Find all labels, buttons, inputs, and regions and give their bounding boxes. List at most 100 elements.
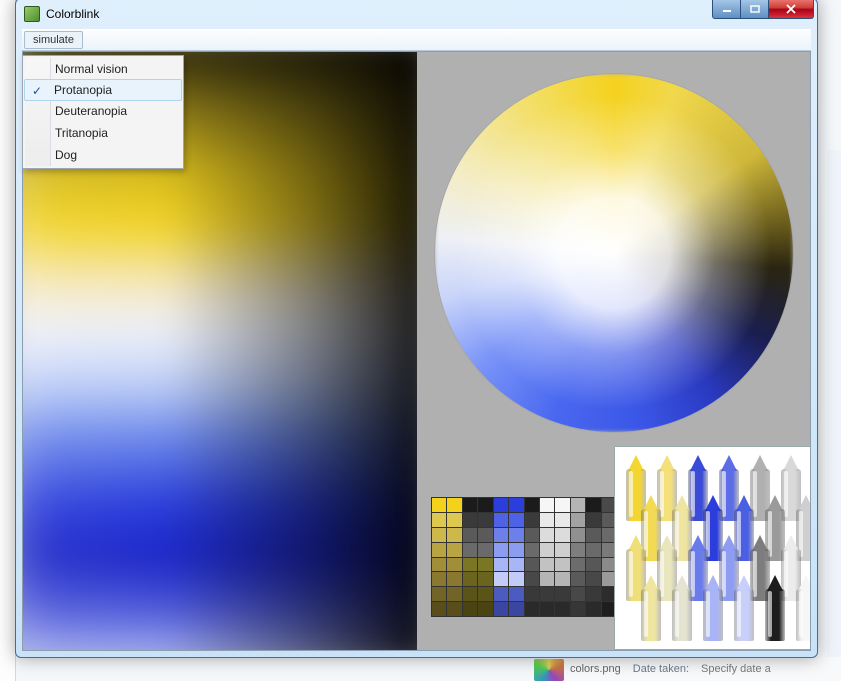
backdrop-left-strip [0, 0, 16, 681]
palette-swatch [494, 543, 508, 557]
palette-swatch [432, 602, 446, 616]
check-icon: ✓ [32, 84, 42, 98]
palette-swatch [494, 528, 508, 542]
palette-swatch [463, 543, 477, 557]
palette-swatch [432, 543, 446, 557]
palette-swatch [494, 572, 508, 586]
palette-swatch [571, 498, 585, 512]
palette-swatch [463, 498, 477, 512]
palette-swatch [509, 558, 523, 572]
palette-swatch [463, 528, 477, 542]
simulate-dropdown: Normal vision ✓ Protanopia Deuteranopia … [22, 55, 184, 169]
palette-swatch [555, 558, 569, 572]
maximize-button[interactable] [740, 0, 768, 19]
palette-swatch [463, 587, 477, 601]
palette-swatch [447, 602, 461, 616]
dd-item-2[interactable]: Deuteranopia [25, 100, 181, 122]
backdrop-statusbar: colors.png Date taken: Specify date a [540, 657, 841, 681]
palette-swatch [494, 602, 508, 616]
window-controls [712, 0, 814, 19]
palette-swatch [540, 543, 554, 557]
palette-swatch [571, 513, 585, 527]
dd-item-3[interactable]: Tritanopia [25, 122, 181, 144]
menu-simulate[interactable]: simulate [24, 31, 83, 49]
file-thumbnail [534, 659, 564, 681]
palette-swatch [509, 498, 523, 512]
palette-swatch [525, 602, 539, 616]
close-button[interactable] [768, 0, 814, 19]
palette-swatch [555, 572, 569, 586]
palette-swatch [525, 558, 539, 572]
palette-swatch [525, 543, 539, 557]
crayon [671, 575, 693, 641]
palette-swatch [447, 528, 461, 542]
palette-swatch [432, 498, 446, 512]
dd-item-1[interactable]: ✓ Protanopia [24, 79, 182, 101]
palette-swatch [586, 513, 600, 527]
palette-swatch [478, 528, 492, 542]
palette-swatch [494, 587, 508, 601]
palette-swatch [586, 587, 600, 601]
palette-swatch [571, 587, 585, 601]
palette-swatch [540, 498, 554, 512]
palette-swatch [432, 528, 446, 542]
crayon [795, 575, 811, 641]
dd-item-4[interactable]: Dog [25, 144, 181, 166]
palette-swatch [525, 572, 539, 586]
palette-swatch [447, 498, 461, 512]
palette-swatch [555, 528, 569, 542]
minimize-icon [722, 5, 732, 13]
palette-swatch [540, 528, 554, 542]
palette-swatch [555, 498, 569, 512]
palette-swatch [509, 513, 523, 527]
palette-swatch [540, 587, 554, 601]
close-icon [785, 4, 797, 14]
palette-swatch [463, 513, 477, 527]
palette-swatch [571, 602, 585, 616]
palette-swatch [463, 572, 477, 586]
palette-swatch [525, 587, 539, 601]
palette-swatch [447, 543, 461, 557]
backdrop-right-strip [827, 150, 841, 670]
dd-item-0[interactable]: Normal vision [25, 58, 181, 80]
titlebar[interactable]: Colorblink [16, 0, 817, 29]
palette-swatch [571, 543, 585, 557]
palette-swatch [586, 602, 600, 616]
palette-swatch [478, 572, 492, 586]
palette-swatch [478, 587, 492, 601]
crayon-panel [614, 446, 811, 650]
palette-swatch [463, 558, 477, 572]
palette-swatch [509, 528, 523, 542]
palette-swatch [586, 572, 600, 586]
crayon [733, 575, 755, 641]
palette-swatch [586, 528, 600, 542]
minimize-button[interactable] [712, 0, 740, 19]
palette-swatch [494, 498, 508, 512]
meta-key: Date taken: [633, 663, 689, 675]
palette-swatch [586, 543, 600, 557]
palette-swatch [525, 528, 539, 542]
dd-label: Protanopia [54, 83, 112, 97]
palette-swatch [540, 602, 554, 616]
meta-value: Specify date a [701, 663, 771, 675]
palette-swatch [432, 587, 446, 601]
dd-label: Dog [55, 148, 77, 162]
dd-label: Tritanopia [55, 126, 108, 140]
palette-swatch [478, 513, 492, 527]
palette-swatch [540, 513, 554, 527]
palette-swatch [447, 513, 461, 527]
dd-label: Deuteranopia [55, 104, 127, 118]
palette-swatch [494, 513, 508, 527]
dd-label: Normal vision [55, 62, 128, 76]
palette-swatch [509, 543, 523, 557]
file-name-label: colors.png [570, 663, 621, 675]
palette-swatch [571, 572, 585, 586]
palette-swatch [586, 498, 600, 512]
palette-swatch [540, 558, 554, 572]
crayon [764, 575, 786, 641]
palette-swatch [571, 558, 585, 572]
palette-swatch [447, 587, 461, 601]
palette-swatch [432, 513, 446, 527]
palette-swatch [447, 572, 461, 586]
palette-swatch [555, 587, 569, 601]
